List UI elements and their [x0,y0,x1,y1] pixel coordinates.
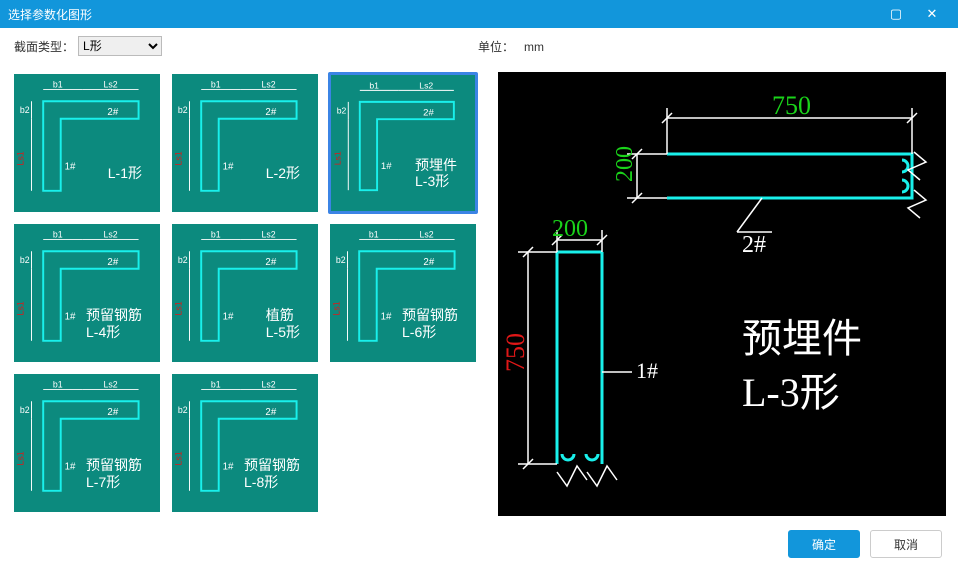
svg-text:Ls1: Ls1 [16,451,26,465]
dim-top-short: 200 [612,146,638,182]
dim-top: 750 [772,91,811,120]
svg-text:1#: 1# [381,161,392,172]
svg-text:b1: b1 [211,230,221,240]
thumbnail-3[interactable]: b1 Ls2 b2 Ls1 2# 1# 预埋件L-3形 [328,72,478,214]
svg-text:b1: b1 [211,380,221,390]
titlebar: 选择参数化图形 ▢ ✕ [0,0,958,28]
unit-label: 单位： [478,40,514,54]
preview-title-2: L-3形 [742,370,840,415]
thumbnail-label: 预留钢筋L-7形 [86,457,142,491]
svg-text:b1: b1 [53,230,63,240]
svg-text:b1: b1 [369,230,379,240]
main-area: b1 Ls2 b2 Ls1 2# 1# L-1形 b1 Ls2 b2 Ls1 2… [0,64,958,524]
svg-text:Ls2: Ls2 [262,380,276,390]
svg-text:2#: 2# [423,257,434,268]
svg-text:1#: 1# [65,461,76,472]
unit-block: 单位： mm [478,38,544,55]
preview-title-1: 预埋件 [742,316,862,361]
svg-text:b2: b2 [20,255,30,265]
section-type-select[interactable]: L形 [78,36,162,56]
svg-text:1#: 1# [223,161,234,172]
footer: 确定 取消 [0,524,958,564]
thumbnail-6[interactable]: b1 Ls2 b2 Ls1 2# 1# 预留钢筋L-6形 [328,222,478,364]
svg-text:b2: b2 [178,105,188,115]
svg-text:Ls2: Ls2 [104,230,118,240]
tag2: 2# [742,232,766,258]
thumbnail-label: L-1形 [108,165,142,182]
svg-text:1#: 1# [381,311,392,322]
svg-text:b2: b2 [20,105,30,115]
cancel-button[interactable]: 取消 [870,530,942,558]
svg-text:b1: b1 [211,80,221,90]
svg-text:2#: 2# [107,407,118,418]
close-icon[interactable]: ✕ [914,0,950,28]
svg-text:Ls1: Ls1 [174,151,184,165]
thumbnail-label: 预留钢筋L-8形 [244,457,300,491]
svg-text:2#: 2# [107,257,118,268]
svg-text:b2: b2 [178,405,188,415]
svg-text:1#: 1# [65,161,76,172]
svg-text:b1: b1 [53,80,63,90]
preview-drawing: 750 200 200 750 1# 2# 预埋件 L-3形 [498,72,946,516]
thumbnail-2[interactable]: b1 Ls2 b2 Ls1 2# 1# L-2形 [170,72,320,214]
svg-text:Ls2: Ls2 [104,80,118,90]
preview-panel: 750 200 200 750 1# 2# 预埋件 L-3形 [498,72,946,516]
svg-text:b2: b2 [178,255,188,265]
svg-text:2#: 2# [423,107,434,118]
svg-text:Ls1: Ls1 [332,301,342,315]
ok-button[interactable]: 确定 [788,530,860,558]
svg-text:2#: 2# [265,257,276,268]
svg-text:Ls2: Ls2 [419,80,433,90]
thumbnail-grid: b1 Ls2 b2 Ls1 2# 1# L-1形 b1 Ls2 b2 Ls1 2… [12,72,488,514]
svg-text:Ls2: Ls2 [262,230,276,240]
thumbnail-label: 预埋件L-3形 [415,157,457,191]
svg-text:Ls1: Ls1 [174,451,184,465]
thumbnail-label: 预留钢筋L-4形 [86,307,142,341]
thumbnail-label: L-2形 [266,165,300,182]
svg-text:Ls2: Ls2 [262,80,276,90]
svg-text:Ls1: Ls1 [174,301,184,315]
thumbnail-label: 预留钢筋L-6形 [402,307,458,341]
thumbnail-7[interactable]: b1 Ls2 b2 Ls1 2# 1# 预留钢筋L-7形 [12,372,162,514]
svg-text:2#: 2# [107,107,118,118]
dim-left-short: 200 [552,216,588,242]
svg-text:2#: 2# [265,107,276,118]
svg-text:b2: b2 [337,105,347,115]
thumbnail-1[interactable]: b1 Ls2 b2 Ls1 2# 1# L-1形 [12,72,162,214]
svg-text:1#: 1# [65,311,76,322]
toolbar: 截面类型： L形 单位： mm [0,28,958,64]
window-title: 选择参数化图形 [8,6,878,23]
svg-text:1#: 1# [223,461,234,472]
thumbnail-8[interactable]: b1 Ls2 b2 Ls1 2# 1# 预留钢筋L-8形 [170,372,320,514]
dim-left: 750 [501,333,530,372]
svg-text:Ls1: Ls1 [16,301,26,315]
svg-text:b1: b1 [369,80,379,90]
svg-text:Ls1: Ls1 [333,151,343,165]
svg-text:Ls1: Ls1 [16,151,26,165]
section-type-label: 截面类型： [14,38,74,55]
svg-text:b1: b1 [53,380,63,390]
minimize-icon[interactable]: ▢ [878,0,914,28]
thumbnail-5[interactable]: b1 Ls2 b2 Ls1 2# 1# 植筋L-5形 [170,222,320,364]
svg-text:2#: 2# [265,407,276,418]
svg-text:b2: b2 [20,405,30,415]
svg-text:b2: b2 [336,255,346,265]
thumbnail-grid-wrap: b1 Ls2 b2 Ls1 2# 1# L-1形 b1 Ls2 b2 Ls1 2… [12,72,488,516]
svg-text:Ls2: Ls2 [104,380,118,390]
unit-value: mm [524,40,544,54]
thumbnail-label: 植筋L-5形 [266,307,300,341]
tag1: 1# [636,358,658,383]
svg-text:Ls2: Ls2 [420,230,434,240]
svg-text:1#: 1# [223,311,234,322]
thumbnail-4[interactable]: b1 Ls2 b2 Ls1 2# 1# 预留钢筋L-4形 [12,222,162,364]
